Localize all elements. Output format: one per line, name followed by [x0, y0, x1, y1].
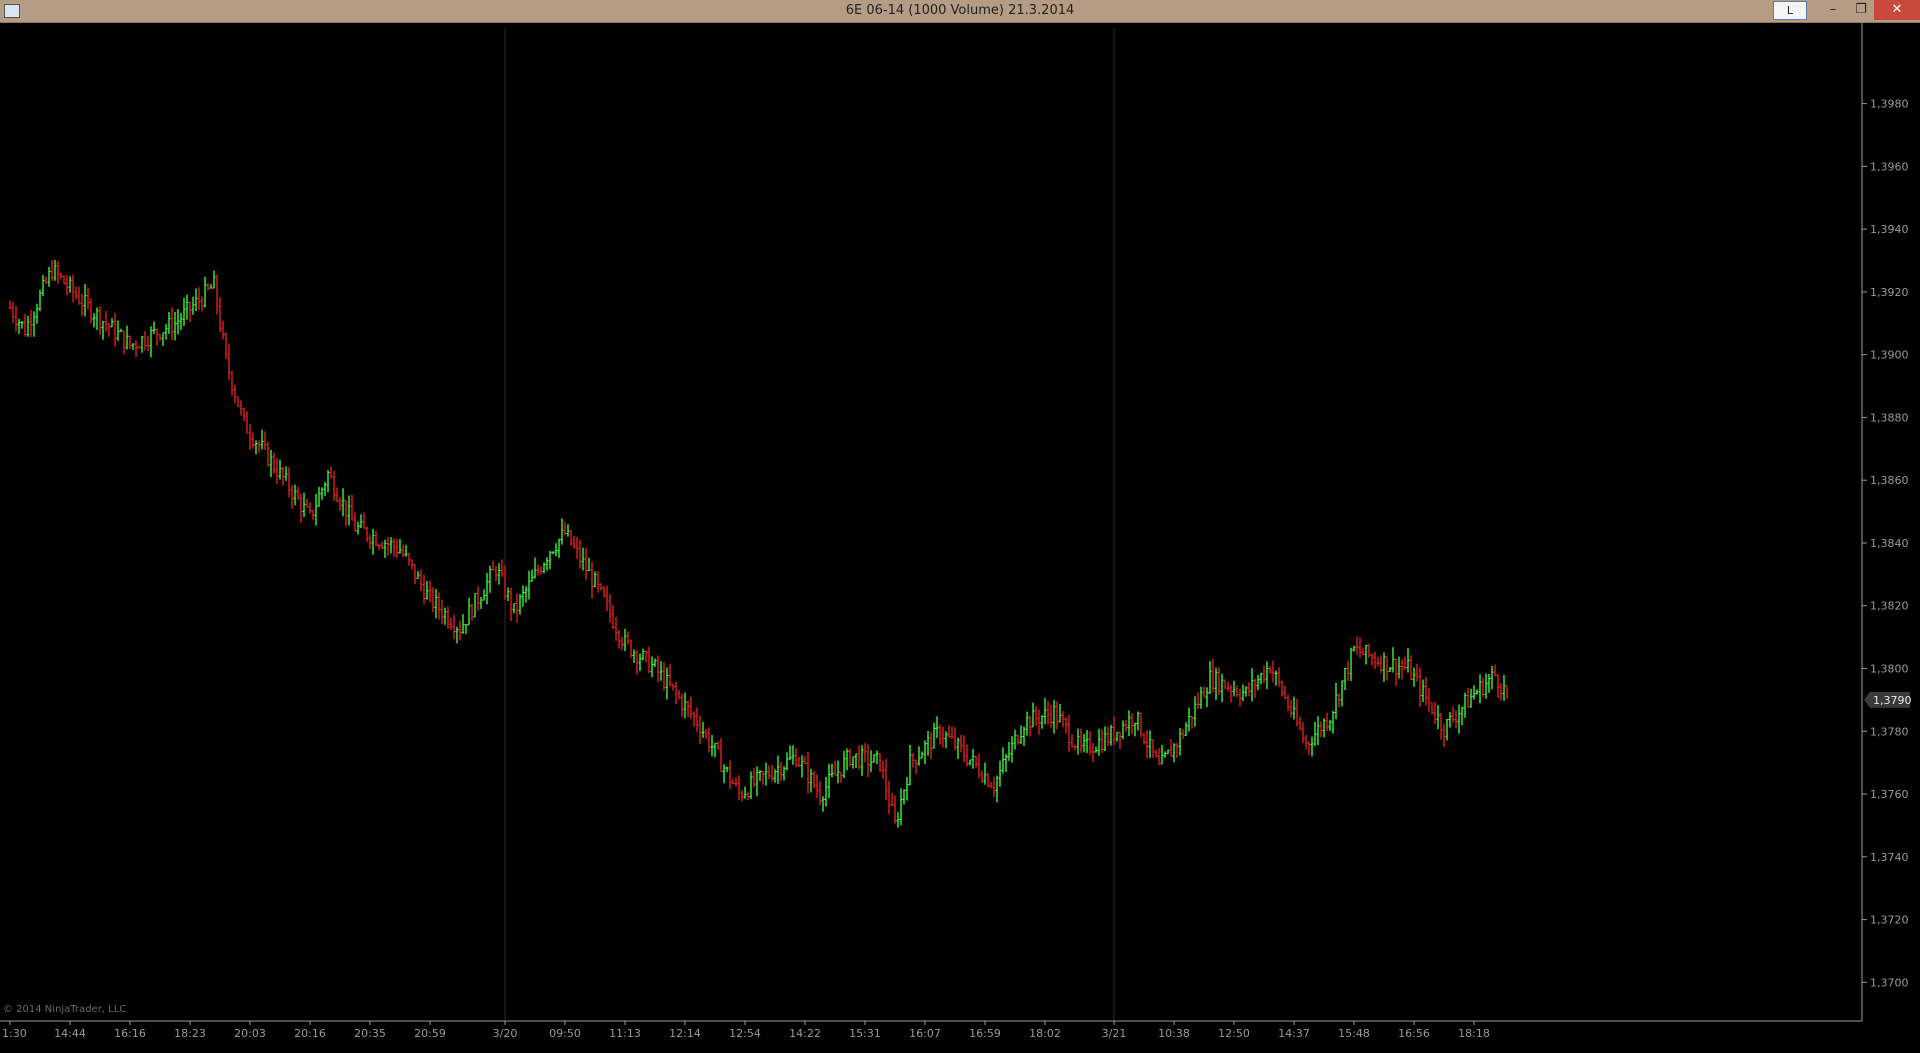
- x-tick-label: 18:02: [1029, 1027, 1061, 1040]
- x-tick-label: 14:44: [54, 1027, 86, 1040]
- title-bar: 6E 06-14 (1000 Volume) 21.3.2014 L – ❐ ✕: [0, 0, 1920, 23]
- y-tick-label: 1,3840: [1870, 537, 1909, 550]
- x-tick-label: 20:59: [414, 1027, 446, 1040]
- y-tick-label: 1,3800: [1870, 663, 1909, 676]
- x-tick-label: 1:30: [2, 1027, 27, 1040]
- y-tick-label: 1,3700: [1870, 976, 1909, 989]
- x-tick-label: 14:37: [1278, 1027, 1310, 1040]
- copyright-text: © 2014 NinjaTrader, LLC: [3, 1004, 126, 1015]
- x-tick-label: 11:13: [609, 1027, 641, 1040]
- x-tick-label: 09:50: [549, 1027, 581, 1040]
- x-tick-label: 14:22: [789, 1027, 821, 1040]
- l-button[interactable]: L: [1773, 1, 1807, 20]
- y-tick-label: 1,3880: [1870, 411, 1909, 424]
- y-tick-label: 1,3940: [1870, 223, 1909, 236]
- x-tick-label: 15:31: [849, 1027, 881, 1040]
- restore-button[interactable]: ❐: [1846, 0, 1876, 20]
- chart-panel[interactable]: 1,3980 1,3960 1,3940 1,3920 1,3900 1,3880 1,38…: [0, 22, 1920, 1049]
- y-tick-label: 1,3820: [1870, 600, 1909, 613]
- x-tick-label: 12:54: [729, 1027, 761, 1040]
- x-tick-label: 20:03: [234, 1027, 266, 1040]
- y-tick-label: 1,3960: [1870, 160, 1909, 173]
- x-tick-label: 16:56: [1398, 1027, 1430, 1040]
- y-tick-label: 1,3720: [1870, 914, 1909, 927]
- x-tick-label: 3/20: [493, 1027, 518, 1040]
- y-tick-label: 1,3860: [1870, 474, 1909, 487]
- y-tick-label: 1,3900: [1870, 349, 1909, 362]
- x-tick-label: 18:23: [174, 1027, 206, 1040]
- x-tick-label: 3/21: [1102, 1027, 1127, 1040]
- x-tick-label: 12:14: [669, 1027, 701, 1040]
- x-tick-label: 20:35: [354, 1027, 386, 1040]
- x-tick-label: 16:59: [969, 1027, 1001, 1040]
- price-marker-label: 1,3790: [1873, 694, 1912, 707]
- minimize-button[interactable]: –: [1818, 0, 1848, 20]
- y-tick-label: 1,3760: [1870, 788, 1909, 801]
- x-tick-label: 20:16: [294, 1027, 326, 1040]
- x-tick-label: 16:16: [114, 1027, 146, 1040]
- y-tick-label: 1,3740: [1870, 851, 1909, 864]
- y-tick-label: 1,3980: [1870, 98, 1909, 111]
- price-chart[interactable]: 1,3980 1,3960 1,3940 1,3920 1,3900 1,3880 1,38…: [0, 22, 1920, 1049]
- window-title: 6E 06-14 (1000 Volume) 21.3.2014: [845, 3, 1075, 18]
- x-tick-label: 16:07: [909, 1027, 941, 1040]
- x-tick-label: 18:18: [1458, 1027, 1490, 1040]
- x-tick-label: 15:48: [1338, 1027, 1370, 1040]
- x-tick-label: 10:38: [1158, 1027, 1190, 1040]
- x-tick-label: 12:50: [1218, 1027, 1250, 1040]
- close-button[interactable]: ✕: [1874, 0, 1920, 20]
- y-tick-label: 1,3920: [1870, 286, 1909, 299]
- y-tick-label: 1,3780: [1870, 725, 1909, 738]
